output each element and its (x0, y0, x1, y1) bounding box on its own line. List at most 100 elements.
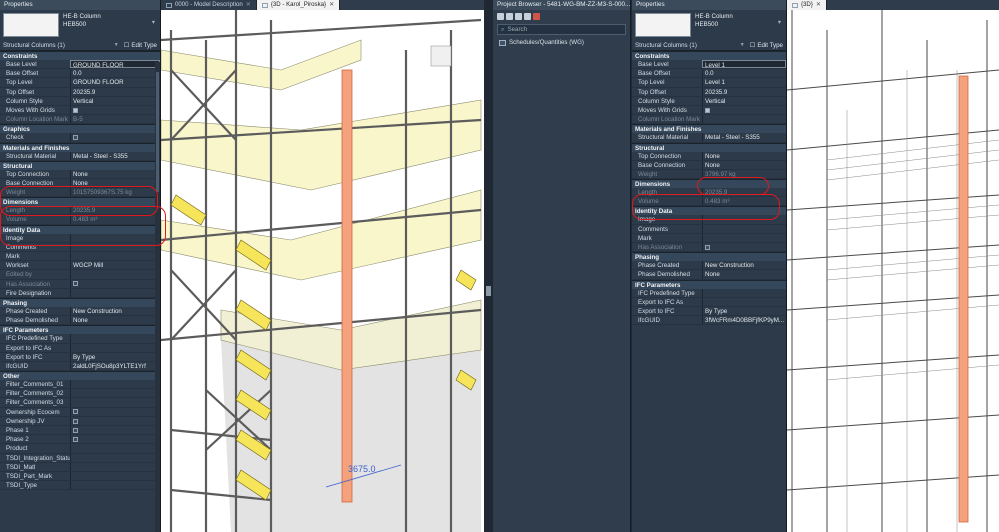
property-row[interactable]: Moves With Grids (0, 105, 160, 116)
property-value[interactable] (702, 297, 786, 306)
property-value[interactable]: None (702, 151, 786, 160)
chevron-down-icon[interactable]: ▾ (778, 19, 781, 27)
property-value[interactable]: 0.0 (70, 69, 160, 78)
property-row[interactable]: Phase Demolished None (0, 316, 160, 326)
property-value[interactable] (70, 426, 160, 435)
property-value[interactable] (70, 105, 160, 115)
filter-label[interactable]: Structural Columns (1) (635, 42, 697, 49)
property-value[interactable]: Level 1 (702, 78, 786, 87)
property-value[interactable]: None (70, 316, 160, 325)
property-row[interactable]: IFC Predefined Type (632, 288, 786, 298)
section-header[interactable]: Constraints (0, 51, 160, 60)
property-value[interactable] (70, 334, 160, 343)
property-row[interactable]: IfcGUID 3fWcFRm4D0BBFjfKP9yM... (632, 316, 786, 326)
property-value[interactable] (70, 343, 160, 352)
property-row[interactable]: Phase Created New Construction (632, 261, 786, 271)
section-header[interactable]: Identity Data (632, 206, 786, 216)
property-value[interactable]: GROUND FLOOR (70, 78, 160, 87)
section-header[interactable]: IFC Parameters (632, 279, 786, 289)
property-row[interactable]: Top Connection None (0, 169, 160, 179)
checkbox-icon[interactable] (705, 244, 710, 250)
property-row[interactable]: Structural Material Metal - Steel - S355 (0, 151, 160, 161)
property-row[interactable]: IFC Predefined Type (0, 334, 160, 344)
property-value[interactable]: WGCP Mill (70, 261, 160, 270)
property-row[interactable]: Base Level GROUND FLOOR (0, 60, 160, 70)
property-row[interactable]: Fire Designation (0, 288, 160, 298)
type-selector[interactable]: HE-B Column HEB500 ▾ (0, 10, 160, 40)
checkbox-icon[interactable] (73, 418, 78, 424)
property-row[interactable]: Mark (632, 233, 786, 243)
property-row[interactable]: Comments (0, 242, 160, 252)
tab-3d-karol[interactable]: {3D - Karol_Piroska} ✕ (256, 0, 341, 10)
checkbox-icon[interactable] (73, 427, 78, 433)
property-row[interactable]: Base Level Level 1 (632, 60, 786, 70)
property-row[interactable]: Phase Created New Construction (0, 306, 160, 317)
property-value[interactable]: New Construction (702, 261, 786, 270)
property-row[interactable]: Export to IFC As (632, 297, 786, 307)
section-header[interactable]: Phasing (0, 297, 160, 307)
collapse-icon[interactable] (506, 12, 513, 20)
checkbox-icon[interactable] (73, 281, 78, 287)
tab-model-description[interactable]: 0000 - Model Description ✕ (161, 0, 257, 10)
search-input[interactable]: Search (507, 26, 527, 33)
property-row[interactable]: Check (0, 133, 160, 143)
property-value[interactable]: Metal - Steel - S355 (702, 133, 786, 142)
property-value[interactable] (702, 224, 786, 233)
property-value[interactable] (70, 481, 160, 490)
property-value[interactable]: None (70, 169, 160, 178)
section-header[interactable]: Identity Data (0, 224, 160, 234)
property-row[interactable]: Top Level Level 1 (632, 78, 786, 88)
property-value[interactable] (70, 288, 160, 297)
property-value[interactable] (702, 288, 786, 297)
property-row[interactable]: Structural Material Metal - Steel - S355 (632, 133, 786, 143)
property-row[interactable]: Export to IFC By Type (632, 306, 786, 317)
property-row[interactable]: Phase 1 (0, 426, 160, 436)
property-row[interactable]: TSDI_Integration_Status (0, 453, 160, 463)
properties-scrollbar[interactable] (155, 62, 160, 532)
filter-label[interactable]: Structural Columns (1) (3, 42, 65, 49)
property-value[interactable]: 20235.9 (702, 87, 786, 96)
property-value[interactable]: By Type (70, 352, 160, 361)
property-row[interactable]: Base Connection None (0, 178, 160, 189)
property-row[interactable]: Base Offset 0.0 (632, 69, 786, 79)
link-icon[interactable] (533, 12, 540, 20)
property-value[interactable]: 20235.9 (70, 87, 160, 96)
property-value[interactable] (70, 380, 160, 389)
property-row[interactable]: Image (632, 215, 786, 225)
property-value[interactable] (70, 233, 160, 242)
property-value[interactable] (70, 444, 160, 453)
property-row[interactable]: IfcGUID 2aldL0FjSOu8p3YLTE1Yrf (0, 361, 160, 372)
section-header[interactable]: IFC Parameters (0, 325, 160, 335)
property-value[interactable]: None (702, 270, 786, 279)
split-grip-icon[interactable] (486, 286, 491, 296)
property-value[interactable] (70, 252, 160, 261)
property-value[interactable] (70, 435, 160, 444)
property-row[interactable]: Comments (632, 224, 786, 234)
property-value[interactable] (70, 133, 160, 142)
property-row[interactable]: Column Style Vertical (0, 96, 160, 106)
property-row[interactable]: Base Connection None (632, 160, 786, 170)
refresh-icon[interactable] (515, 12, 522, 20)
section-header[interactable]: Dimensions (632, 179, 786, 189)
property-value[interactable] (70, 389, 160, 398)
property-row[interactable]: Ownership JV (0, 416, 160, 426)
property-row[interactable]: TSDI_Matl (0, 462, 160, 472)
close-icon[interactable]: ✕ (246, 1, 251, 9)
filter-icon[interactable] (524, 12, 531, 20)
property-value[interactable] (702, 215, 786, 224)
section-header[interactable]: Dimensions (0, 197, 160, 207)
model-canvas[interactable]: 3675.0 (161, 10, 484, 532)
property-row[interactable]: TSDI_Type (0, 481, 160, 491)
split-handle[interactable] (484, 0, 493, 532)
scrollbar-thumb[interactable] (156, 72, 159, 192)
property-row[interactable]: Phase Demolished None (632, 270, 786, 280)
model-canvas[interactable] (787, 10, 999, 532)
checkbox-icon[interactable] (705, 107, 710, 113)
property-value[interactable]: Vertical (70, 96, 160, 105)
property-value[interactable] (70, 407, 160, 416)
chevron-down-icon[interactable]: ▼ (114, 42, 119, 48)
tab-3d[interactable]: {3D} ✕ (787, 0, 827, 10)
section-header[interactable]: Phasing (632, 252, 786, 262)
property-value[interactable] (70, 416, 160, 425)
edit-type-button[interactable]: ▼ ☐ Edit Type (740, 42, 783, 49)
